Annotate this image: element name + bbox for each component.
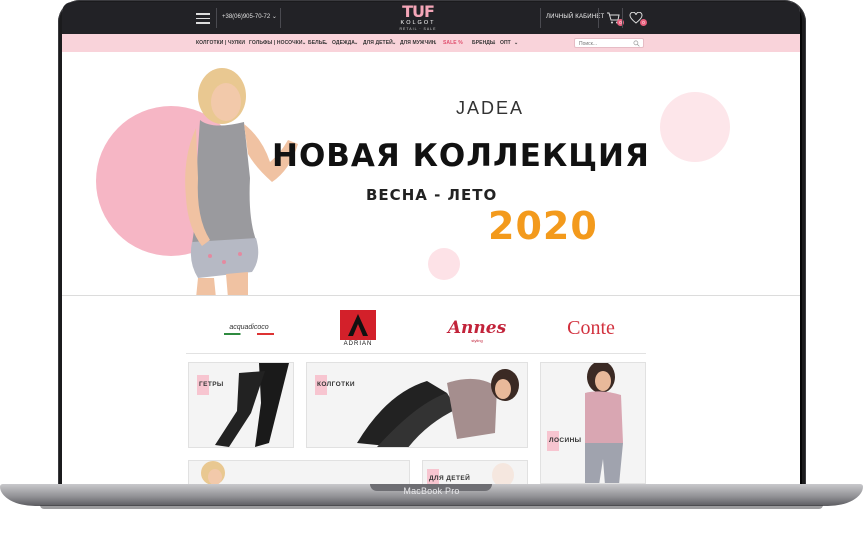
category-label: ЛОСИНЫ [549, 437, 582, 444]
category-tile-kids[interactable]: ДЛЯ ДЕТЕЙ [422, 460, 528, 484]
model-photo [201, 461, 225, 484]
brand-sub: styling [471, 338, 483, 343]
brand-name: Annes [447, 318, 507, 338]
divider [216, 8, 217, 28]
nav-dropdown-icon[interactable]: ⌄ [324, 40, 328, 46]
nav-item-clothing[interactable]: ОДЕЖДА [332, 40, 355, 46]
cart-button[interactable]: 0 [606, 11, 624, 26]
laptop-mockup: +38(06)905-70-72 ⌄ TUF KOLGOT RETAIL · S… [0, 0, 863, 554]
main-navigation: КОЛГОТКИ | ЧУЛКИ ГОЛЬФЫ | НОСОЧКИ ⌄ БЕЛЬ… [62, 34, 800, 52]
phone-number[interactable]: +38(06)905-70-72 ⌄ [222, 13, 277, 20]
site-logo[interactable]: TUF KOLGOT RETAIL · SALE [396, 4, 440, 32]
category-tile-tights[interactable]: КОЛГОТКИ [306, 362, 528, 448]
model-tights-photo [357, 369, 519, 447]
search-input[interactable] [579, 40, 633, 47]
flag-stripe [224, 333, 274, 335]
divider [280, 8, 281, 28]
hero-year: 2020 [488, 204, 598, 248]
nav-item-kids[interactable]: ДЛЯ ДЕТЕЙ [363, 40, 393, 46]
nav-dropdown-icon[interactable]: ⌄ [354, 40, 358, 46]
brands-row: acquadicoco ADRIAN Annes styling Conte [186, 302, 646, 354]
nav-dropdown-icon[interactable]: ⌄ [302, 40, 306, 46]
category-label: ДЛЯ ДЕТЕЙ [429, 475, 471, 482]
nav-item-socks[interactable]: ГОЛЬФЫ | НОСОЧКИ [249, 40, 303, 46]
nav-dropdown-icon[interactable]: ⌄ [392, 40, 396, 46]
brand-name: acquadicoco [229, 324, 269, 331]
hero-headline: НОВАЯ КОЛЛЕКЦИЯ [272, 138, 650, 174]
category-tile[interactable] [188, 460, 410, 484]
nav-item-tights[interactable]: КОЛГОТКИ | ЧУЛКИ [196, 40, 245, 46]
logo-tagline: RETAIL · SALE [399, 27, 437, 31]
child-photo [492, 463, 514, 484]
menu-icon[interactable] [196, 10, 210, 24]
brand-name: Conte [567, 317, 615, 339]
favorites-count-badge: 0 [640, 19, 647, 26]
nav-dropdown-icon[interactable]: ⌄ [433, 40, 437, 46]
nav-item-men[interactable]: ДЛЯ МУЖЧИН [400, 40, 436, 46]
model-photo [185, 68, 298, 295]
divider [598, 8, 599, 28]
divider [622, 8, 623, 28]
category-label: ГЕТРЫ [199, 381, 224, 388]
top-bar: +38(06)905-70-72 ⌄ TUF KOLGOT RETAIL · S… [62, 2, 800, 34]
a-letter-icon [348, 314, 368, 336]
search-box [574, 38, 644, 48]
divider [540, 8, 541, 28]
hero-brand: JADEA [456, 98, 525, 118]
nav-item-sale[interactable]: SALE % [443, 40, 463, 46]
brand-logo-adrian[interactable]: ADRIAN [336, 310, 380, 348]
laptop-screen: +38(06)905-70-72 ⌄ TUF KOLGOT RETAIL · S… [62, 2, 800, 484]
brand-name: ADRIAN [343, 341, 373, 347]
account-link[interactable]: ЛИЧНЫЙ КАБИНЕТ [546, 14, 604, 20]
model-leggings-photo [585, 363, 623, 483]
logo-sub: KOLGOT [400, 20, 436, 26]
category-tile-leggings[interactable]: ЛОСИНЫ [540, 362, 646, 484]
hero-banner[interactable]: JADEA НОВАЯ КОЛЛЕКЦИЯ ВЕСНА - ЛЕТО 2020 [62, 52, 800, 296]
brand-logo-conte[interactable]: Conte [558, 310, 624, 348]
device-model-label: MacBook Pro [403, 486, 460, 496]
adrian-emblem [340, 310, 376, 340]
nav-item-wholesale[interactable]: ОПТ [500, 40, 511, 46]
favorites-button[interactable]: 0 [629, 11, 647, 26]
category-tile-gaiters[interactable]: ГЕТРЫ [188, 362, 294, 448]
legs-photo [215, 363, 289, 447]
category-label: КОЛГОТКИ [317, 381, 355, 388]
brand-logo-acquadicoco[interactable]: acquadicoco [206, 310, 292, 348]
brand-logo-annes[interactable]: Annes styling [442, 310, 512, 348]
search-icon[interactable] [633, 40, 640, 47]
logo-main: TUF [402, 2, 435, 21]
nav-dropdown-icon[interactable]: ⌄ [492, 40, 496, 46]
decor-circle [428, 248, 460, 280]
nav-dropdown-icon[interactable]: ⌄ [514, 40, 518, 46]
decor-circle [660, 92, 730, 162]
hero-season: ВЕСНА - ЛЕТО [366, 186, 498, 204]
laptop-feet [40, 505, 823, 509]
